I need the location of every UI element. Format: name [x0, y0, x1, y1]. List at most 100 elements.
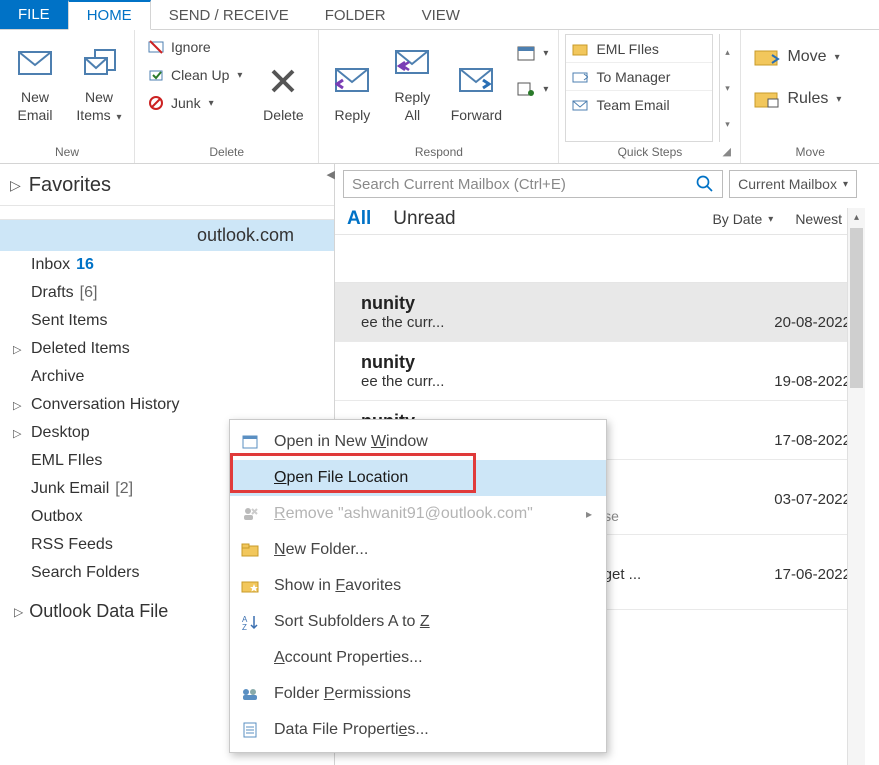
message-item[interactable]: nunityee the curr...19-08-2022 — [335, 342, 865, 401]
new-email-button[interactable]: New Email — [6, 34, 64, 128]
reply-button[interactable]: Reply — [325, 34, 379, 128]
group-respond: Reply Reply All Forward ▾ ▾ Re — [319, 30, 559, 163]
tab-view[interactable]: VIEW — [404, 0, 478, 29]
chevron-down-icon: ▾ — [237, 70, 242, 81]
chevron-right-icon: ▷ — [13, 427, 25, 440]
favorite-icon — [240, 576, 260, 596]
sort-newest[interactable]: Newest ↓ — [795, 211, 853, 227]
sort-by-date[interactable]: By Date ▾ — [712, 211, 773, 227]
search-scope-label: Current Mailbox — [738, 176, 837, 192]
folder-inbox[interactable]: ▷Inbox 16 — [0, 251, 334, 279]
reply-label: Reply — [335, 107, 371, 125]
main-area: ◀ ▷ Favorites outlook.com ▷Inbox 16▷Draf… — [0, 164, 879, 765]
folder-sent-items[interactable]: ▷Sent Items — [0, 307, 334, 335]
reply-all-icon — [392, 43, 432, 83]
context-menu-item[interactable]: Show in Favorites — [230, 568, 606, 604]
more-actions-icon — [517, 80, 535, 98]
tab-home[interactable]: HOME — [68, 0, 151, 30]
tab-send-receive[interactable]: SEND / RECEIVE — [151, 0, 307, 29]
context-menu-label: Data File Properties... — [274, 721, 429, 739]
reply-all-button[interactable]: Reply All — [385, 34, 439, 128]
context-menu-item[interactable]: Account Properties... — [230, 640, 606, 676]
folder-drafts[interactable]: ▷Drafts [6] — [0, 279, 334, 307]
tab-file[interactable]: FILE — [0, 0, 68, 29]
forward-button[interactable]: Forward — [445, 34, 507, 128]
folder-deleted-items[interactable]: ▷Deleted Items — [0, 335, 334, 363]
envelope-icon — [15, 43, 55, 83]
junk-label: Junk — [171, 95, 201, 111]
context-menu-label: Open File Location — [274, 469, 408, 487]
new-items-button[interactable]: New Items ▾ — [70, 34, 128, 128]
forward-icon — [456, 61, 496, 101]
scrollbar[interactable]: ▴ — [847, 208, 865, 765]
chevron-down-icon: ▾ — [843, 179, 848, 190]
filter-unread[interactable]: Unread — [393, 208, 455, 230]
group-label-move: Move — [747, 142, 873, 163]
message-sender: nunity — [361, 293, 851, 314]
blank-icon — [240, 468, 260, 488]
junk-icon — [147, 94, 165, 112]
context-menu-label: New Folder... — [274, 541, 368, 559]
ignore-button[interactable]: Ignore — [141, 34, 248, 60]
context-menu-item[interactable]: Open File Location — [230, 460, 606, 496]
context-menu-item[interactable]: Folder Permissions — [230, 676, 606, 712]
collapse-pane-button[interactable]: ◀ — [327, 168, 335, 181]
context-menu-item[interactable]: New Folder... — [230, 532, 606, 568]
folder-label: Junk Email — [31, 480, 109, 498]
quick-step-item[interactable]: To Manager — [566, 63, 712, 91]
to-manager-icon — [572, 70, 588, 84]
context-menu-item[interactable]: Data File Properties... — [230, 712, 606, 748]
rules-button[interactable]: Rules ▾ — [747, 80, 847, 118]
data-file-label: Outlook Data File — [29, 601, 168, 622]
message-subject: ee the curr... — [361, 314, 444, 331]
reply-all-label: Reply All — [395, 89, 431, 124]
account-node[interactable]: outlook.com — [0, 220, 334, 251]
chevron-right-icon: ▷ — [13, 399, 25, 412]
folder-icon — [572, 42, 588, 56]
folder-archive[interactable]: ▷Archive — [0, 363, 334, 391]
folder-label: Inbox — [31, 256, 70, 274]
folder-move-icon — [753, 46, 781, 68]
respond-more-button[interactable]: ▾ — [513, 76, 552, 102]
chevron-down-icon: ▾ — [768, 214, 773, 225]
filter-row: All Unread By Date ▾ Newest ↓ — [335, 204, 865, 235]
respond-meeting-button[interactable]: ▾ — [513, 40, 552, 66]
folder-icon — [240, 540, 260, 560]
ignore-label: Ignore — [171, 39, 211, 55]
scroll-up-icon[interactable]: ▴ — [848, 208, 865, 226]
chevron-down-icon: ▾ — [836, 94, 841, 105]
filter-all[interactable]: All — [347, 208, 371, 230]
search-placeholder: Search Current Mailbox (Ctrl+E) — [352, 176, 566, 193]
context-menu-label: Remove "ashwanit91@outlook.com" — [274, 505, 533, 523]
folder-label: EML FIles — [31, 452, 102, 470]
search-input[interactable]: Search Current Mailbox (Ctrl+E) — [343, 170, 723, 198]
scroll-thumb[interactable] — [850, 228, 863, 388]
quick-step-item[interactable]: Team Email — [566, 91, 712, 119]
forward-label: Forward — [451, 107, 502, 125]
search-scope-dropdown[interactable]: Current Mailbox ▾ — [729, 170, 857, 198]
tab-folder[interactable]: FOLDER — [307, 0, 404, 29]
rules-icon — [753, 88, 781, 110]
message-date: 20-08-2022 — [774, 314, 851, 331]
context-menu-item[interactable]: AZSort Subfolders A to Z — [230, 604, 606, 640]
quick-step-item[interactable]: EML FIles — [566, 35, 712, 63]
quick-steps-gallery-expand[interactable]: ▴▾▾ — [719, 34, 734, 142]
account-label: outlook.com — [197, 225, 294, 246]
chevron-right-icon: ▷ — [10, 177, 21, 194]
quick-steps-list: EML FIles To Manager Team Email — [565, 34, 713, 142]
cleanup-button[interactable]: Clean Up ▾ — [141, 62, 248, 88]
junk-button[interactable]: Junk ▾ — [141, 90, 248, 116]
move-button[interactable]: Move ▾ — [747, 38, 845, 76]
chevron-down-icon: ▾ — [117, 112, 122, 123]
folder-label: Archive — [31, 368, 84, 386]
dialog-launcher-icon[interactable]: ◢ — [722, 145, 736, 159]
context-menu-item[interactable]: Open in New Window — [230, 424, 606, 460]
chevron-down-icon: ▾ — [835, 52, 840, 63]
delete-button[interactable]: Delete — [254, 34, 312, 128]
search-icon[interactable] — [696, 175, 714, 193]
message-item[interactable]: nunityee the curr... 20-08-2022 — [335, 283, 865, 342]
svg-text:Z: Z — [242, 623, 247, 630]
team-email-icon — [572, 98, 588, 112]
favorites-header[interactable]: ▷ Favorites — [0, 166, 334, 206]
folder-conversation-history[interactable]: ▷Conversation History — [0, 391, 334, 419]
